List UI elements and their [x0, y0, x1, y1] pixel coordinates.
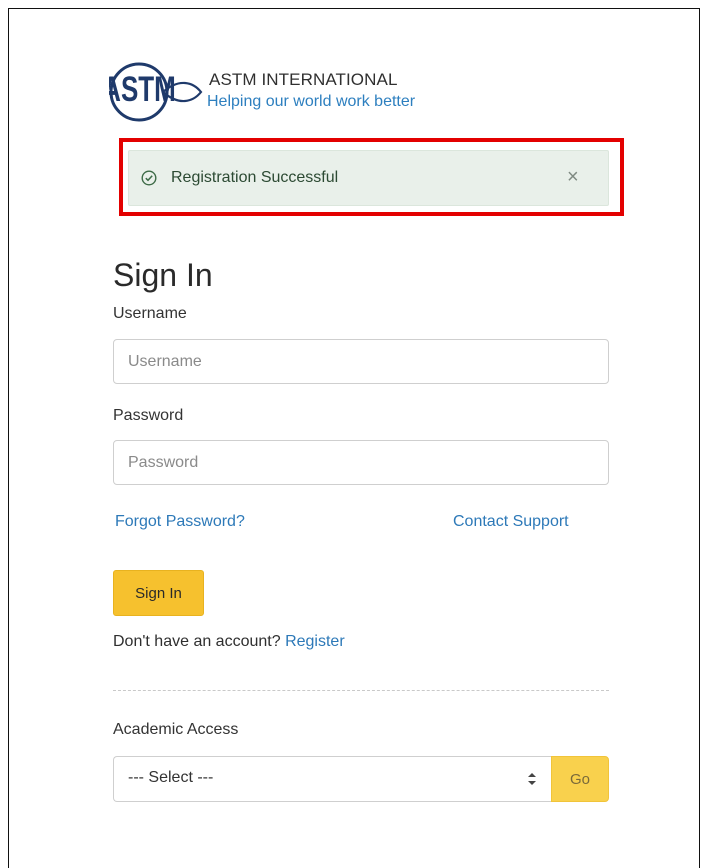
forgot-password-link[interactable]: Forgot Password? — [115, 513, 245, 531]
highlight-annotation — [119, 138, 624, 216]
username-input[interactable] — [113, 339, 609, 384]
register-link[interactable]: Register — [285, 633, 345, 650]
sign-in-button[interactable]: Sign In — [113, 570, 204, 616]
no-account-text: Don't have an account? — [113, 633, 281, 650]
go-button[interactable]: Go — [551, 756, 609, 802]
svg-text:ASTM: ASTM — [109, 69, 176, 109]
astm-logo: ASTM — [109, 62, 203, 122]
brand-name: ASTM INTERNATIONAL — [209, 70, 398, 89]
contact-support-link[interactable]: Contact Support — [453, 513, 569, 531]
select-caret-icon — [528, 773, 536, 785]
select-value: --- Select --- — [128, 769, 214, 786]
page-title: Sign In — [113, 257, 213, 294]
password-label: Password — [113, 407, 184, 424]
academic-access-label: Academic Access — [113, 721, 239, 738]
academic-access-select[interactable]: --- Select --- — [113, 756, 551, 802]
password-input[interactable] — [113, 440, 609, 485]
divider — [113, 690, 609, 691]
login-card — [8, 8, 700, 868]
brand-tagline: Helping our world work better — [207, 93, 416, 110]
register-prompt: Don't have an account? Register — [113, 633, 345, 651]
username-label: Username — [113, 305, 187, 322]
